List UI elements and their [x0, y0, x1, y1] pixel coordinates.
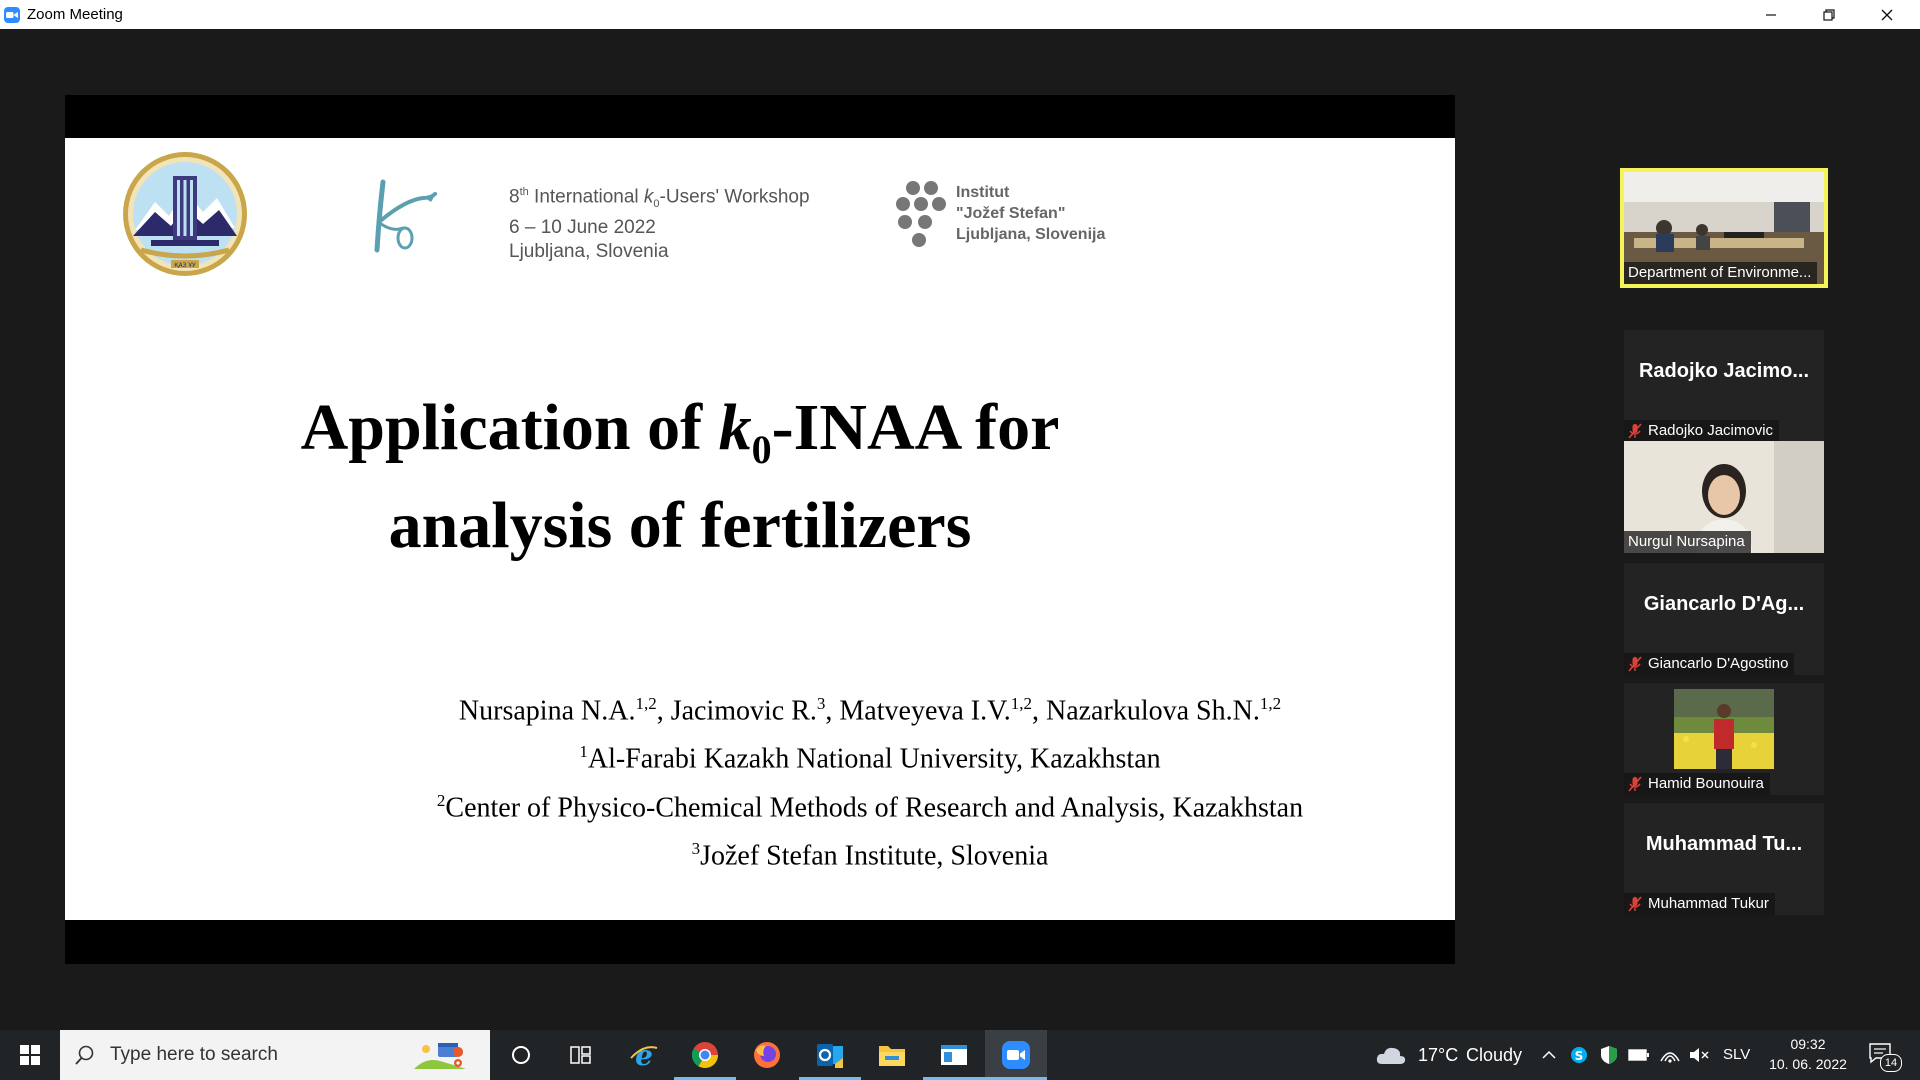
institute-line-1: Institut	[956, 184, 1010, 201]
ijs-logo	[896, 181, 946, 247]
k0-logo	[374, 179, 437, 253]
restore-icon	[1823, 8, 1835, 21]
participant-tile-giancarlo[interactable]: Giancarlo D'Ag... Giancarlo D'Agostino	[1624, 563, 1824, 675]
weather-cloud-icon[interactable]	[1376, 1044, 1406, 1066]
clock-time[interactable]: 09:32	[1772, 1036, 1844, 1052]
participant-tile-hamid[interactable]: Hamid Bounouira	[1624, 683, 1824, 795]
muted-mic-icon	[1628, 896, 1642, 912]
participant-tile-nurgul[interactable]: Nurgul Nursapina	[1624, 441, 1824, 553]
weather-description[interactable]: Cloudy	[1466, 1045, 1522, 1066]
muted-mic-icon	[1628, 776, 1642, 792]
search-placeholder: Type here to search	[110, 1044, 278, 1065]
firefox-button[interactable]	[736, 1030, 798, 1080]
input-language-indicator[interactable]: SLV	[1723, 1046, 1750, 1063]
participant-name-label: Radojko Jacimovic	[1624, 420, 1780, 442]
affiliation-1: 1Al-Farabi Kazakh National University, K…	[579, 742, 1161, 775]
cortana-button[interactable]	[490, 1030, 552, 1080]
firefox-icon	[754, 1042, 780, 1068]
notification-count-badge: 14	[1880, 1054, 1902, 1072]
windows-taskbar: Type here to search e 17°C Cloudy S SLV …	[0, 1030, 1920, 1080]
internet-explorer-button[interactable]: e	[613, 1030, 675, 1080]
participant-photo	[1674, 689, 1774, 769]
battery-icon[interactable]	[1628, 1047, 1650, 1063]
chrome-button[interactable]	[674, 1030, 736, 1080]
slide-authors: Nursapina N.A.1,2, Jacimovic R.3, Matvey…	[65, 683, 1455, 876]
participant-display-name: Radojko Jacimo...	[1638, 360, 1810, 382]
shared-screen[interactable]: ҚАЗ ҰУ 8th International k0-Users' Works…	[65, 95, 1455, 964]
taskbar-search-box[interactable]: Type here to search	[60, 1030, 490, 1080]
weather-temperature[interactable]: 17°C	[1418, 1045, 1458, 1066]
affiliation-3: 3Jožef Stefan Institute, Slovenia	[691, 838, 1049, 872]
institute-line-2: "Jožef Stefan"	[956, 205, 1066, 222]
outlook-button[interactable]	[799, 1030, 861, 1080]
cortana-icon	[512, 1046, 530, 1064]
window-app-icon	[941, 1045, 967, 1065]
participant-display-name: Muhammad Tu...	[1645, 833, 1803, 855]
participant-tile-department[interactable]: Department of Environme...	[1620, 168, 1828, 288]
close-button[interactable]	[1858, 0, 1916, 29]
window-title-bar: Zoom Meeting	[0, 0, 1920, 29]
minimize-icon	[1766, 13, 1776, 16]
restore-button[interactable]	[1800, 0, 1858, 29]
participant-name-label: Department of Environme...	[1624, 262, 1818, 284]
participant-name-label: Giancarlo D'Agostino	[1624, 653, 1795, 675]
start-button[interactable]	[0, 1030, 60, 1080]
participant-name-label: Muhammad Tukur	[1624, 893, 1775, 915]
zoom-app-icon	[4, 6, 20, 23]
outlook-icon	[817, 1044, 843, 1068]
workshop-location: Ljubljana, Slovenia	[509, 241, 669, 263]
search-highlight-icon	[414, 1043, 466, 1069]
participant-name-label: Hamid Bounouira	[1624, 773, 1770, 795]
meeting-stage: ҚАЗ ҰУ 8th International k0-Users' Works…	[0, 29, 1920, 1030]
minimize-button[interactable]	[1742, 0, 1800, 29]
internet-explorer-icon: e	[630, 1040, 658, 1070]
skype-tray-icon[interactable]: S	[1569, 1045, 1589, 1065]
file-explorer-button[interactable]	[861, 1030, 923, 1080]
institute-line-3: Ljubljana, Slovenija	[956, 226, 1106, 243]
author-list: Nursapina N.A.1,2, Jacimovic R.3, Matvey…	[458, 694, 1282, 727]
participant-display-name: Giancarlo D'Ag...	[1643, 593, 1805, 615]
workshop-dates: 6 – 10 June 2022	[509, 217, 656, 239]
participant-name-label: Nurgul Nursapina	[1624, 531, 1751, 553]
muted-mic-icon	[1628, 656, 1642, 672]
window-title: Zoom Meeting	[27, 6, 123, 23]
affiliation-2: 2Center of Physico-Chemical Methods of R…	[436, 790, 1304, 823]
file-explorer-icon	[879, 1046, 905, 1066]
institute-info: Institut "Jožef Stefan" Ljubljana, Slove…	[956, 182, 1105, 245]
svg-text:S: S	[1575, 1049, 1584, 1063]
workshop-title: 8th International k0-Users' Workshop	[509, 186, 810, 211]
svg-text:e: e	[635, 1040, 653, 1070]
svg-text:ҚАЗ ҰУ: ҚАЗ ҰУ	[174, 262, 196, 269]
participant-tile-radojko[interactable]: Radojko Jacimo... Radojko Jacimovic	[1624, 330, 1824, 442]
muted-mic-icon	[1628, 423, 1642, 439]
chrome-icon	[691, 1042, 719, 1069]
task-view-button[interactable]	[550, 1030, 612, 1080]
wifi-icon[interactable]	[1659, 1045, 1681, 1065]
workshop-info: 8th International k0-Users' Workshop 6 –…	[509, 180, 810, 264]
show-hidden-icons-button[interactable]	[1538, 1044, 1560, 1066]
zoom-taskbar-button[interactable]	[985, 1030, 1047, 1080]
notifications-button[interactable]: 14	[1868, 1040, 1902, 1072]
presentation-slide: ҚАЗ ҰУ 8th International k0-Users' Works…	[65, 138, 1455, 920]
participant-tile-muhammad[interactable]: Muhammad Tu... Muhammad Tukur	[1624, 803, 1824, 915]
chevron-up-icon	[1542, 1050, 1556, 1059]
slide-title: Application of k0-INAA for analysis of f…	[300, 391, 1060, 563]
window-app-button[interactable]	[923, 1030, 985, 1080]
volume-muted-icon[interactable]	[1688, 1045, 1710, 1065]
windows-logo-icon	[20, 1045, 40, 1065]
task-view-icon	[570, 1046, 591, 1064]
clock-date[interactable]: 10. 06. 2022	[1762, 1056, 1854, 1072]
university-logo: ҚАЗ ҰУ	[123, 152, 247, 276]
close-icon	[1881, 9, 1893, 20]
zoom-icon	[1002, 1041, 1030, 1069]
security-shield-icon[interactable]	[1599, 1045, 1619, 1065]
search-icon	[75, 1045, 94, 1065]
